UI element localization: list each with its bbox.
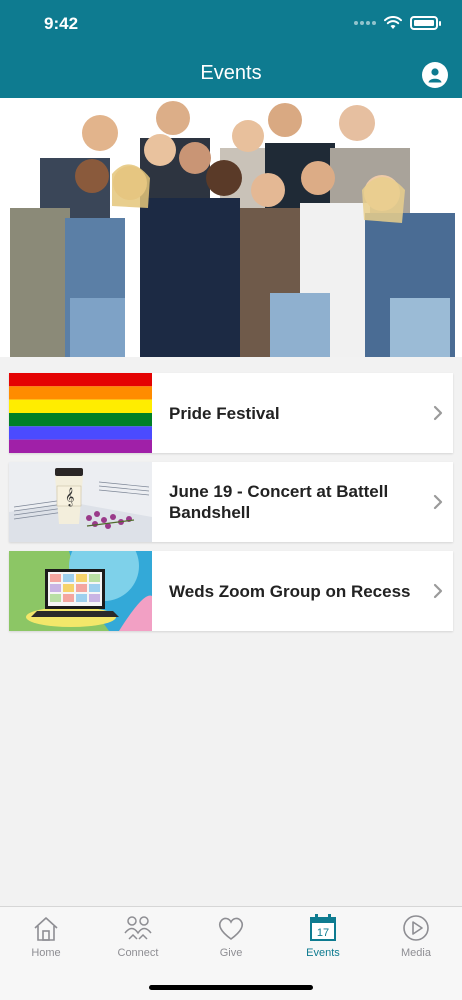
tab-media[interactable]: Media xyxy=(376,913,456,959)
user-icon xyxy=(428,68,442,83)
profile-button[interactable] xyxy=(422,62,448,88)
zoom-group-thumbnail xyxy=(9,551,152,631)
tab-connect[interactable]: Connect xyxy=(98,913,178,959)
connect-icon xyxy=(124,916,152,940)
tab-events[interactable]: 17 Events xyxy=(283,913,363,959)
event-card[interactable]: Pride Festival xyxy=(9,373,453,453)
hero-image xyxy=(0,98,462,357)
event-title: Pride Festival xyxy=(169,403,280,423)
heart-icon xyxy=(218,917,244,940)
event-list: Pride Festival 𝄞 June 19 - Concert at Ba… xyxy=(9,373,453,640)
status-icons xyxy=(354,16,441,30)
home-icon xyxy=(34,917,58,941)
svg-text:𝄞: 𝄞 xyxy=(65,487,74,507)
event-title: June 19 - Concert at Battell Bandshell xyxy=(169,482,389,522)
tab-label: Media xyxy=(401,947,431,959)
tab-label: Events xyxy=(306,947,340,959)
tab-label: Home xyxy=(31,947,61,959)
tab-give[interactable]: Give xyxy=(191,913,271,959)
event-title: Weds Zoom Group on Recess xyxy=(169,581,411,601)
calendar-icon: 17 xyxy=(310,914,336,941)
calendar-badge: 17 xyxy=(317,927,329,939)
cellular-signal-icon xyxy=(354,21,376,25)
event-card[interactable]: Weds Zoom Group on Recess xyxy=(9,551,453,631)
status-bar: 9:42 xyxy=(0,0,462,50)
chevron-right-icon xyxy=(423,494,453,510)
pride-flag-thumbnail xyxy=(9,373,152,453)
app-header: 9:42 Events xyxy=(0,0,462,98)
home-indicator xyxy=(149,985,313,990)
chevron-right-icon xyxy=(423,405,453,421)
play-icon xyxy=(403,915,429,941)
battery-icon xyxy=(410,16,441,30)
tab-label: Connect xyxy=(117,947,159,959)
chevron-right-icon xyxy=(423,583,453,599)
wifi-icon xyxy=(384,16,402,29)
concert-thumbnail: 𝄞 xyxy=(9,462,152,542)
tab-home[interactable]: Home xyxy=(6,913,86,959)
event-card[interactable]: 𝄞 June 19 - Concert at Battell Bandshell xyxy=(9,462,453,542)
page-title: Events xyxy=(200,62,262,84)
tab-label: Give xyxy=(219,947,243,959)
status-time: 9:42 xyxy=(44,14,79,33)
